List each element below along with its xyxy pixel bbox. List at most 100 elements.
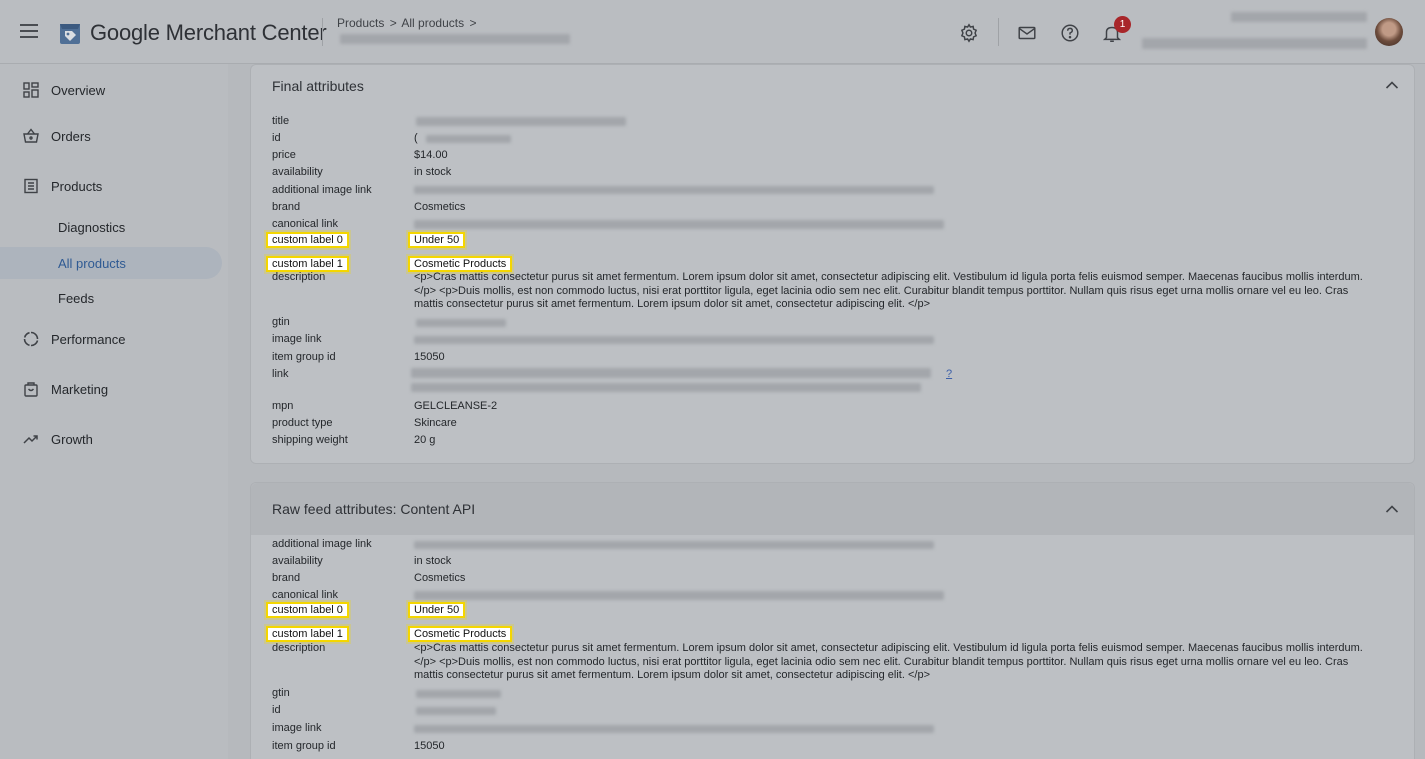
performance-icon: [23, 331, 39, 347]
sidebar-item-diagnostics[interactable]: Diagnostics: [0, 211, 222, 243]
blurred-value: [414, 186, 934, 194]
blurred-account-name: [1231, 12, 1367, 22]
final-attributes-card: Final attributes title id ( price $14.00…: [250, 64, 1415, 464]
blurred-value: [416, 319, 506, 327]
blurred-value: [426, 135, 511, 143]
attr-label-canonical-link: canonical link: [272, 218, 339, 230]
attr-label-custom-label-0: custom label 0: [266, 232, 349, 249]
blurred-value: [411, 368, 931, 378]
attr-value-price: $14.00: [414, 149, 448, 161]
attr-value-id-prefix: (: [414, 132, 418, 144]
sidebar-item-label: Marketing: [51, 381, 109, 397]
notification-badge[interactable]: 1: [1114, 16, 1131, 33]
attr-label-image-link: image link: [272, 722, 322, 734]
sidebar-item-label: Growth: [51, 431, 93, 447]
products-list-icon: [24, 178, 38, 194]
help-icon[interactable]: [1059, 22, 1081, 44]
breadcrumb-products[interactable]: Products: [337, 16, 384, 30]
breadcrumb-separator: >: [389, 16, 397, 30]
attr-value-product-type: Skincare: [414, 417, 457, 429]
sidebar-item-products[interactable]: Products: [0, 170, 222, 202]
raw-feed-attributes-card: Raw feed attributes: Content API additio…: [250, 482, 1415, 759]
attr-label-id: id: [272, 132, 281, 144]
sidebar-item-orders[interactable]: Orders: [0, 120, 222, 152]
breadcrumb-separator: >: [469, 16, 477, 30]
chevron-up-icon[interactable]: [1384, 501, 1400, 517]
attr-value-custom-label-0: Under 50: [407, 232, 466, 249]
highlighted-value: Under 50: [407, 232, 466, 248]
merchant-logo-icon: [60, 24, 80, 44]
attr-label-additional-image-link: additional image link: [272, 538, 372, 550]
chevron-up-icon[interactable]: [1384, 77, 1400, 93]
blurred-value: [411, 383, 921, 392]
app-title[interactable]: Google Merchant Center: [90, 20, 327, 46]
attr-label-brand: brand: [272, 201, 301, 213]
sidebar-item-overview[interactable]: Overview: [0, 74, 222, 106]
top-app-bar: Google Merchant Center Products > All pr…: [0, 0, 1425, 64]
attr-label-link: link: [272, 368, 289, 380]
sidebar-item-growth[interactable]: Growth: [0, 423, 222, 455]
blurred-value: [414, 591, 944, 600]
card-title: Raw feed attributes: Content API: [272, 501, 476, 517]
attr-value-link[interactable]: ?: [946, 366, 952, 383]
attr-label-brand: brand: [272, 572, 301, 584]
mail-icon[interactable]: [1016, 22, 1038, 44]
breadcrumb-all-products[interactable]: All products: [401, 16, 464, 30]
sidebar-item-label: Orders: [51, 128, 91, 144]
attr-value-description: <p>Cras mattis consectetur purus sit ame…: [414, 642, 1363, 681]
blurred-value: [416, 117, 626, 126]
blurred-product-name: [340, 34, 570, 44]
highlighted-value: Under 50: [407, 602, 466, 618]
overview-icon: [23, 82, 39, 98]
attr-label-shipping-weight: shipping weight: [272, 434, 348, 446]
main-content: Final attributes title id ( price $14.00…: [228, 64, 1425, 759]
sidebar-item-label: Feeds: [58, 290, 95, 306]
sidebar-item-performance[interactable]: Performance: [0, 323, 222, 355]
orders-basket-icon: [23, 128, 39, 143]
growth-trend-icon: [23, 435, 38, 444]
attr-label-description: description: [272, 271, 326, 283]
attr-value-custom-label-1: Cosmetic Products: [407, 626, 513, 643]
attr-value-description: <p>Cras mattis consectetur purus sit ame…: [414, 271, 1363, 310]
sidebar-item-feeds[interactable]: Feeds: [0, 282, 222, 314]
attr-value-custom-label-0: Under 50: [407, 602, 466, 619]
attr-value-item-group-id: 15050: [414, 351, 445, 363]
attr-value-mpn: GELCLEANSE-2: [414, 400, 498, 412]
highlighted-value: Cosmetic Products: [407, 626, 513, 642]
sidebar-item-marketing[interactable]: Marketing: [0, 373, 222, 405]
sidebar-item-all-products[interactable]: All products: [0, 247, 222, 279]
attr-label-item-group-id: item group id: [272, 740, 336, 752]
attr-label-additional-image-link: additional image link: [272, 184, 372, 196]
highlighted-value: Cosmetic Products: [407, 256, 513, 272]
card-header[interactable]: Raw feed attributes: Content API: [251, 483, 1414, 535]
avatar[interactable]: [1375, 18, 1403, 46]
divider: [322, 18, 323, 46]
sidebar-item-label: Overview: [51, 82, 106, 98]
highlighted-label: custom label 1: [266, 626, 349, 642]
attr-value-availability: in stock: [414, 166, 452, 178]
attr-label-price: price: [272, 149, 296, 161]
attr-value-item-group-id: 15050: [414, 740, 445, 752]
marketing-bag-icon: [24, 382, 38, 397]
sidebar-item-label: Diagnostics: [58, 219, 126, 235]
attr-value-shipping-weight: 20 g: [414, 434, 436, 446]
blurred-value: [414, 541, 934, 549]
attr-label-custom-label-0: custom label 0: [266, 602, 349, 619]
settings-icon[interactable]: [958, 22, 980, 44]
attr-value-availability: in stock: [414, 555, 452, 567]
sidebar-item-label: Performance: [51, 331, 126, 347]
attr-label-availability: availability: [272, 555, 323, 567]
attr-label-description: description: [272, 642, 326, 654]
card-header[interactable]: Final attributes: [251, 65, 1414, 107]
divider: [998, 18, 999, 46]
menu-icon[interactable]: [20, 24, 38, 38]
card-title: Final attributes: [272, 78, 364, 94]
sidebar-item-label: Products: [51, 178, 103, 194]
attr-value-brand: Cosmetics: [414, 572, 466, 584]
blurred-value: [414, 220, 944, 229]
attr-label-gtin: gtin: [272, 687, 290, 699]
attr-label-product-type: product type: [272, 417, 333, 429]
breadcrumb: Products > All products >: [337, 16, 478, 30]
sidebar-item-label: All products: [58, 255, 126, 271]
attr-label-id: id: [272, 704, 281, 716]
